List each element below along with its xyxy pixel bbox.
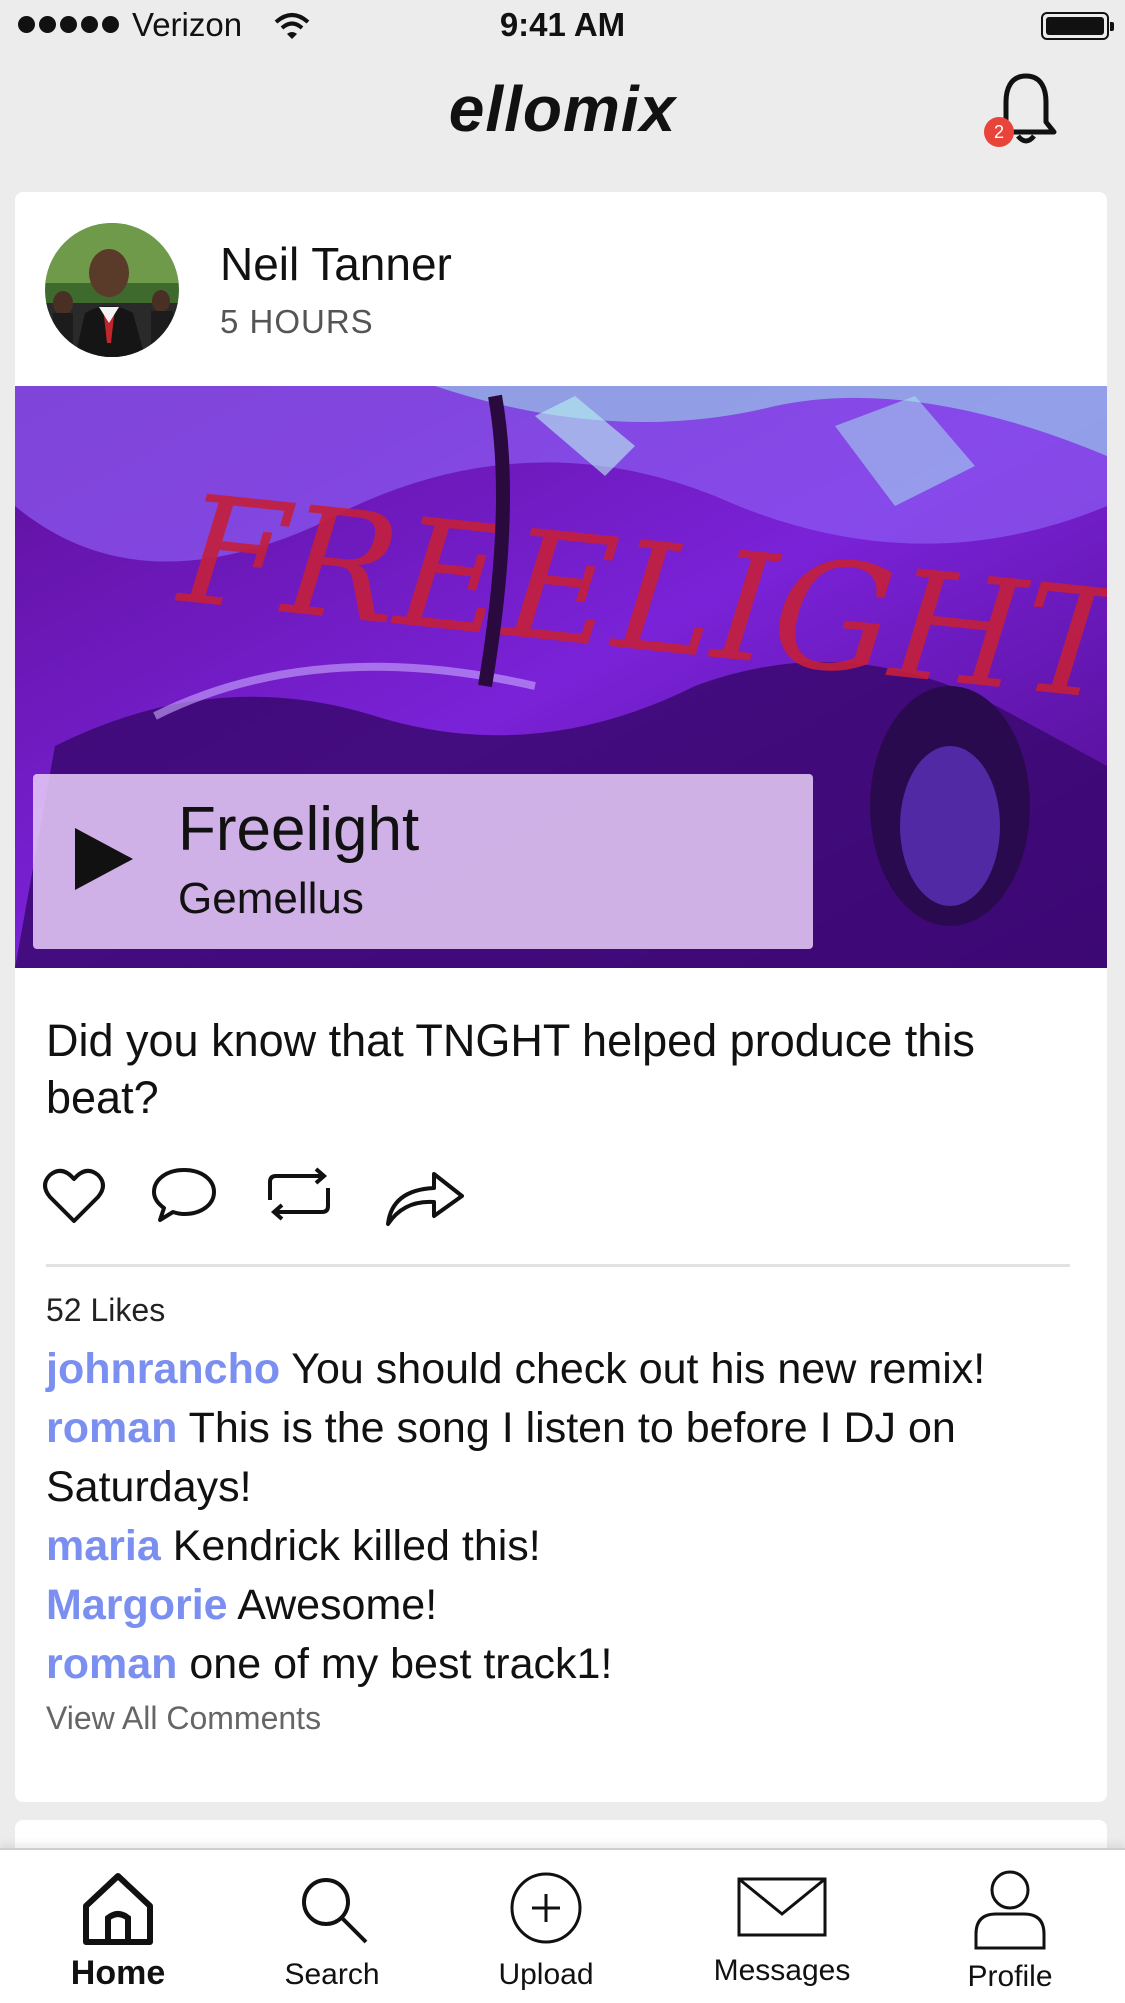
notification-badge: 2 — [984, 117, 1014, 147]
comment-text: Awesome! — [237, 1581, 438, 1629]
post-caption: Did you know that TNGHT helped produce t… — [46, 1015, 975, 1123]
status-bar: Verizon 9:41 AM — [0, 0, 1125, 52]
app-logo: ellomix — [448, 73, 677, 145]
likes-count[interactable]: 52 Likes — [46, 1292, 165, 1329]
person-icon — [974, 1870, 1046, 1950]
tab-label: Home — [70, 1954, 166, 1992]
comment-icon[interactable] — [150, 1166, 218, 1224]
comment-username[interactable]: maria — [46, 1522, 161, 1570]
tab-messages[interactable]: Messages — [682, 1850, 882, 2003]
search-icon — [302, 1878, 368, 1944]
comment-text: one of my best track1! — [189, 1640, 613, 1688]
heart-icon[interactable] — [42, 1165, 106, 1225]
home-icon — [83, 1873, 153, 1945]
post-author[interactable]: Neil Tanner — [220, 237, 452, 291]
tab-label: Upload — [498, 1958, 594, 1991]
comments-list: johnrancho You should check out his new … — [46, 1340, 1076, 1694]
comment-item: roman This is the song I listen to befor… — [46, 1399, 1076, 1517]
track-artist[interactable]: Gemellus — [178, 874, 364, 924]
comment-item: Margorie Awesome! — [46, 1576, 1076, 1635]
post-timestamp: 5 HOURS — [220, 303, 374, 340]
divider — [46, 1264, 1070, 1267]
comment-text: You should check out his new remix! — [291, 1345, 986, 1393]
battery-icon — [1041, 12, 1114, 40]
comment-text: This is the song I listen to before I DJ… — [46, 1404, 956, 1511]
play-icon[interactable] — [75, 828, 133, 890]
share-icon[interactable] — [384, 1164, 468, 1228]
comment-item: roman one of my best track1! — [46, 1635, 1076, 1694]
upload-icon — [510, 1872, 582, 1944]
comment-username[interactable]: roman — [46, 1640, 177, 1688]
tab-search[interactable]: Search — [232, 1850, 432, 2003]
comment-item: johnrancho You should check out his new … — [46, 1340, 1076, 1399]
tab-label: Search — [284, 1958, 380, 1991]
status-time: 9:41 AM — [499, 6, 626, 43]
comment-text: Kendrick killed this! — [172, 1522, 541, 1570]
comment-username[interactable]: Margorie — [46, 1581, 228, 1629]
repost-icon[interactable] — [264, 1166, 334, 1222]
tab-label: Messages — [713, 1954, 851, 1987]
comment-username[interactable]: roman — [46, 1404, 177, 1452]
tab-profile[interactable]: Profile — [910, 1850, 1110, 2003]
track-title: Freelight — [178, 795, 420, 864]
comment-item: maria Kendrick killed this! — [46, 1517, 1076, 1576]
avatar[interactable] — [45, 223, 179, 357]
view-all-comments-link[interactable]: View All Comments — [46, 1700, 321, 1737]
track-player[interactable]: Freelight Gemellus — [33, 774, 813, 949]
tab-label: Profile — [967, 1960, 1053, 1993]
tab-home[interactable]: Home — [18, 1850, 218, 2003]
tab-upload[interactable]: Upload — [446, 1850, 646, 2003]
envelope-icon — [737, 1877, 827, 1937]
tab-bar: Home Search Upload Messages Profile — [0, 1848, 1125, 2003]
comment-username[interactable]: johnrancho — [46, 1345, 280, 1393]
